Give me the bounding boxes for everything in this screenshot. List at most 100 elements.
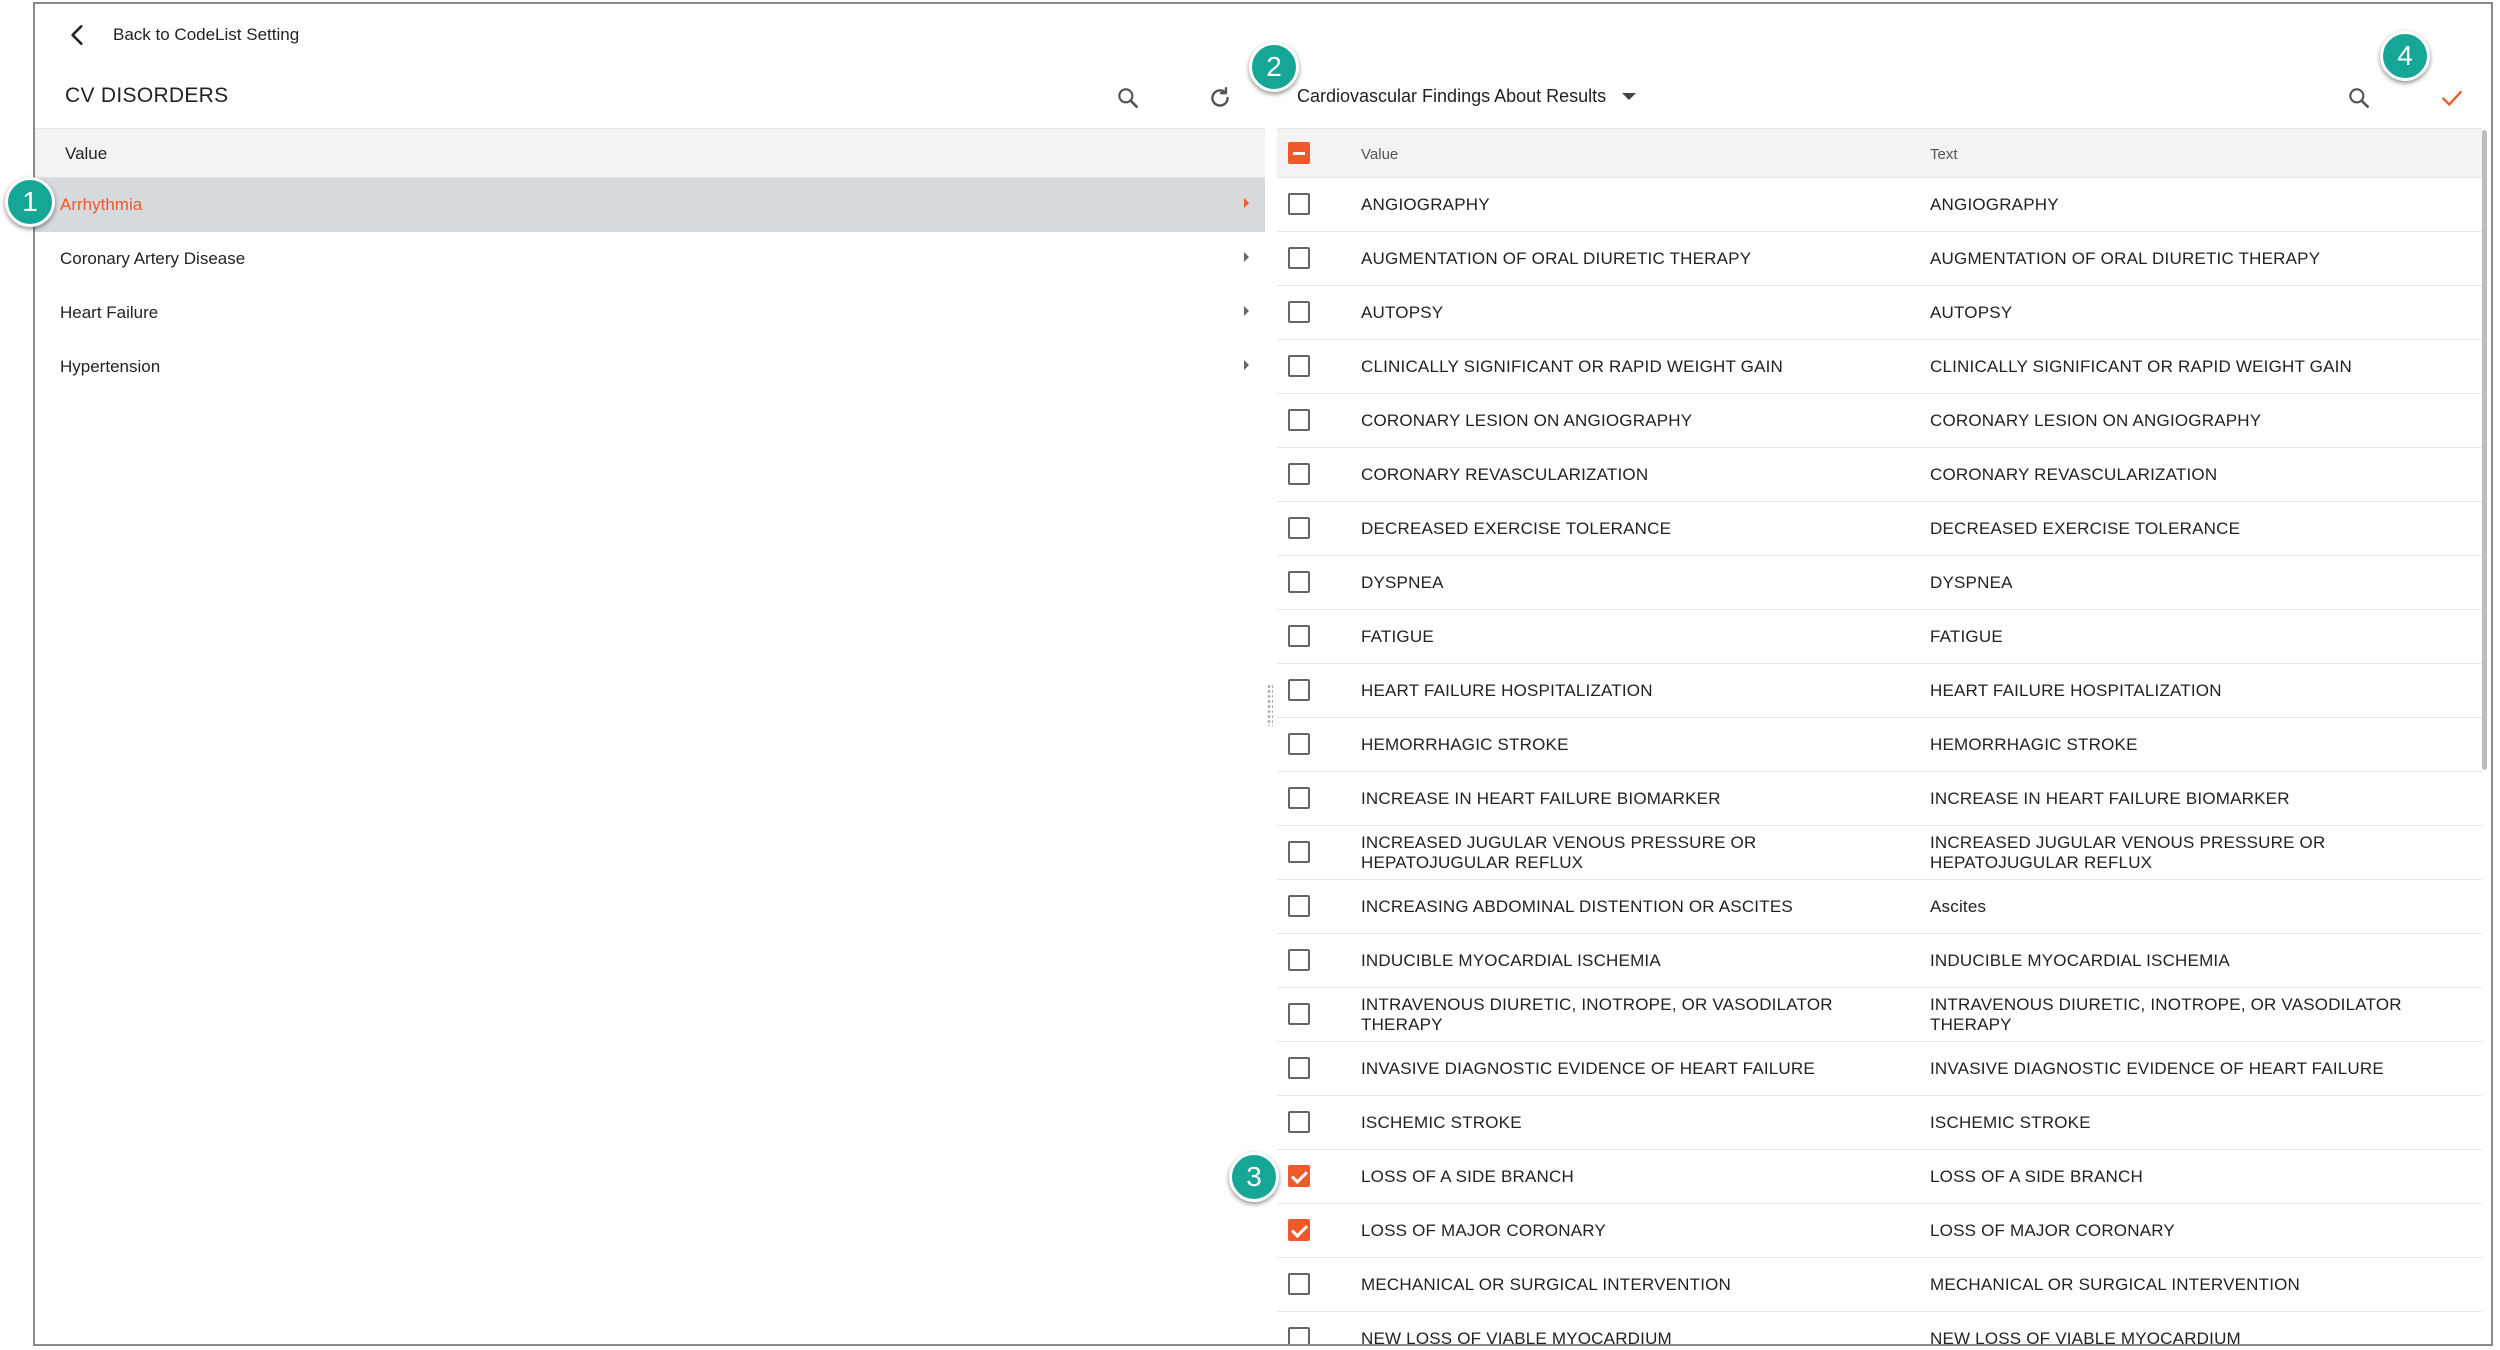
row-text: AUTOPSY (1930, 302, 2013, 322)
row-checkbox[interactable] (1288, 247, 1310, 269)
row-value: AUGMENTATION OF ORAL DIURETIC THERAPY (1361, 248, 1752, 268)
select-all-checkbox[interactable] (1288, 142, 1310, 164)
callout-badge-2: 2 (1249, 42, 1299, 92)
row-value: CLINICALLY SIGNIFICANT OR RAPID WEIGHT G… (1361, 356, 1784, 376)
row-text: DYSPNEA (1930, 572, 2013, 592)
row-text: NEW LOSS OF VIABLE MYOCARDIUM (1930, 1328, 2241, 1346)
value-column-header: Value (1361, 146, 1399, 163)
back-link[interactable]: Back to CodeList Setting (65, 20, 299, 50)
row-text: FATIGUE (1930, 626, 2003, 646)
row-value: MECHANICAL OR SURGICAL INTERVENTION (1361, 1274, 1732, 1294)
row-value: ISCHEMIC STROKE (1361, 1112, 1522, 1132)
row-text: MECHANICAL OR SURGICAL INTERVENTION (1930, 1274, 2301, 1294)
callout-badge-4: 4 (2380, 31, 2430, 81)
row-checkbox[interactable] (1288, 1327, 1310, 1344)
row-checkbox[interactable] (1288, 1057, 1310, 1079)
row-value: ANGIOGRAPHY (1361, 194, 1490, 214)
row-text: INVASIVE DIAGNOSTIC EVIDENCE OF HEART FA… (1930, 1058, 2384, 1078)
caret-right-icon (1244, 306, 1249, 316)
row-checkbox[interactable] (1288, 517, 1310, 539)
table-row: INCREASE IN HEART FAILURE BIOMARKER INCRE… (1277, 772, 2482, 826)
pane-splitter-handle[interactable] (1267, 684, 1273, 726)
row-text: LOSS OF MAJOR CORONARY (1930, 1220, 2175, 1240)
row-checkbox[interactable] (1288, 625, 1310, 647)
app-window: Back to CodeList Setting CV DISORDERS Va… (33, 2, 2493, 1346)
table-row: DYSPNEA DYSPNEA (1277, 556, 2482, 610)
row-checkbox[interactable] (1288, 193, 1310, 215)
caret-right-icon (1244, 360, 1249, 370)
table-row: LOSS OF A SIDE BRANCH LOSS OF A SIDE BRAN… (1277, 1150, 2482, 1204)
codelist-search-button[interactable] (1108, 78, 1148, 118)
row-checkbox[interactable] (1288, 463, 1310, 485)
search-icon (2349, 88, 2369, 108)
row-value: DYSPNEA (1361, 572, 1444, 592)
vertical-scrollbar[interactable] (2482, 130, 2487, 770)
row-text: INCREASED JUGULAR VENOUS PRESSURE OR HEP… (1930, 832, 2326, 872)
row-checkbox[interactable] (1288, 571, 1310, 593)
row-text: AUGMENTATION OF ORAL DIURETIC THERAPY (1930, 248, 2321, 268)
caret-down-icon (1622, 93, 1637, 100)
row-text: DECREASED EXERCISE TOLERANCE (1930, 518, 2241, 538)
row-text: HEMORRHAGIC STROKE (1930, 734, 2138, 754)
row-checkbox[interactable] (1288, 733, 1310, 755)
category-dropdown[interactable]: Cardiovascular Findings About Results (1297, 86, 1637, 107)
back-link-label: Back to CodeList Setting (113, 25, 300, 44)
row-value: CORONARY LESION ON ANGIOGRAPHY (1361, 410, 1693, 430)
table-row: INDUCIBLE MYOCARDIAL ISCHEMIA INDUCIBLE M… (1277, 934, 2482, 988)
row-text: ANGIOGRAPHY (1930, 194, 2059, 214)
codelist-item[interactable]: Coronary Artery Disease (35, 232, 1265, 286)
table-row: MECHANICAL OR SURGICAL INTERVENTION MECHA… (1277, 1258, 2482, 1312)
callout-badge-1: 1 (5, 177, 55, 227)
values-table-body: ANGIOGRAPHY ANGIOGRAPHY AUGMENTATION OF OR… (1277, 178, 2482, 1346)
row-text: CORONARY REVASCULARIZATION (1930, 464, 2218, 484)
table-row: NEW LOSS OF VIABLE MYOCARDIUM NEW LOSS OF… (1277, 1312, 2482, 1346)
row-checkbox[interactable] (1288, 355, 1310, 377)
row-checkbox[interactable] (1288, 1003, 1310, 1025)
row-checkbox[interactable] (1288, 787, 1310, 809)
codelist-pane: CV DISORDERS Value Arrhythmia Coronary Ar… (35, 64, 1265, 1344)
codelist-item-label: Coronary Artery Disease (60, 249, 246, 268)
row-checkbox[interactable] (1288, 1165, 1310, 1187)
table-row: INVASIVE DIAGNOSTIC EVIDENCE OF HEART FA… (1277, 1042, 2482, 1096)
row-value: INVASIVE DIAGNOSTIC EVIDENCE OF HEART FA… (1361, 1058, 1815, 1078)
row-text: Ascites (1930, 896, 1987, 916)
codelist-item[interactable]: Hypertension (35, 340, 1265, 394)
row-text: HEART FAILURE HOSPITALIZATION (1930, 680, 2222, 700)
row-value: HEMORRHAGIC STROKE (1361, 734, 1569, 754)
codelist-item-label: Heart Failure (60, 303, 159, 322)
row-checkbox[interactable] (1288, 301, 1310, 323)
row-checkbox[interactable] (1288, 1219, 1310, 1241)
table-row: INTRAVENOUS DIURETIC, INOTROPE, OR VASOD… (1277, 988, 2482, 1042)
refresh-button[interactable] (1200, 78, 1240, 118)
search-icon (1118, 88, 1138, 108)
table-row: FATIGUE FATIGUE (1277, 610, 2482, 664)
codelist-item[interactable]: Heart Failure (35, 286, 1265, 340)
confirm-button[interactable] (2432, 78, 2472, 118)
row-text: CLINICALLY SIGNIFICANT OR RAPID WEIGHT G… (1930, 356, 2353, 376)
row-checkbox[interactable] (1288, 1273, 1310, 1295)
row-checkbox[interactable] (1288, 949, 1310, 971)
table-row: INCREASING ABDOMINAL DISTENTION OR ASCIT… (1277, 880, 2482, 934)
refresh-icon (1211, 87, 1229, 107)
chevron-left-icon (71, 25, 83, 45)
table-row: CLINICALLY SIGNIFICANT OR RAPID WEIGHT G… (1277, 340, 2482, 394)
row-checkbox[interactable] (1288, 409, 1310, 431)
row-value: NEW LOSS OF VIABLE MYOCARDIUM (1361, 1328, 1672, 1346)
table-row: LOSS OF MAJOR CORONARY LOSS OF MAJOR CORO… (1277, 1204, 2482, 1258)
table-row: INCREASED JUGULAR VENOUS PRESSURE OR HEP… (1277, 826, 2482, 880)
row-checkbox[interactable] (1288, 1111, 1310, 1133)
category-dropdown-value: Cardiovascular Findings About Results (1297, 86, 1607, 106)
row-checkbox[interactable] (1288, 895, 1310, 917)
callout-badge-3: 3 (1229, 1152, 1279, 1202)
row-value: FATIGUE (1361, 626, 1434, 646)
codelist-list: Arrhythmia Coronary Artery Disease Heart F… (35, 178, 1265, 394)
row-text: INTRAVENOUS DIURETIC, INOTROPE, OR VASOD… (1930, 994, 2402, 1034)
row-checkbox[interactable] (1288, 679, 1310, 701)
values-search-button[interactable] (2339, 78, 2379, 118)
values-pane: Cardiovascular Findings About Results Va… (1277, 64, 2491, 1344)
codelist-item[interactable]: Arrhythmia (35, 178, 1265, 232)
text-column-header: Text (1930, 146, 1958, 163)
row-value: DECREASED EXERCISE TOLERANCE (1361, 518, 1672, 538)
row-checkbox[interactable] (1288, 841, 1310, 863)
table-row: DECREASED EXERCISE TOLERANCE DECREASED EX… (1277, 502, 2482, 556)
